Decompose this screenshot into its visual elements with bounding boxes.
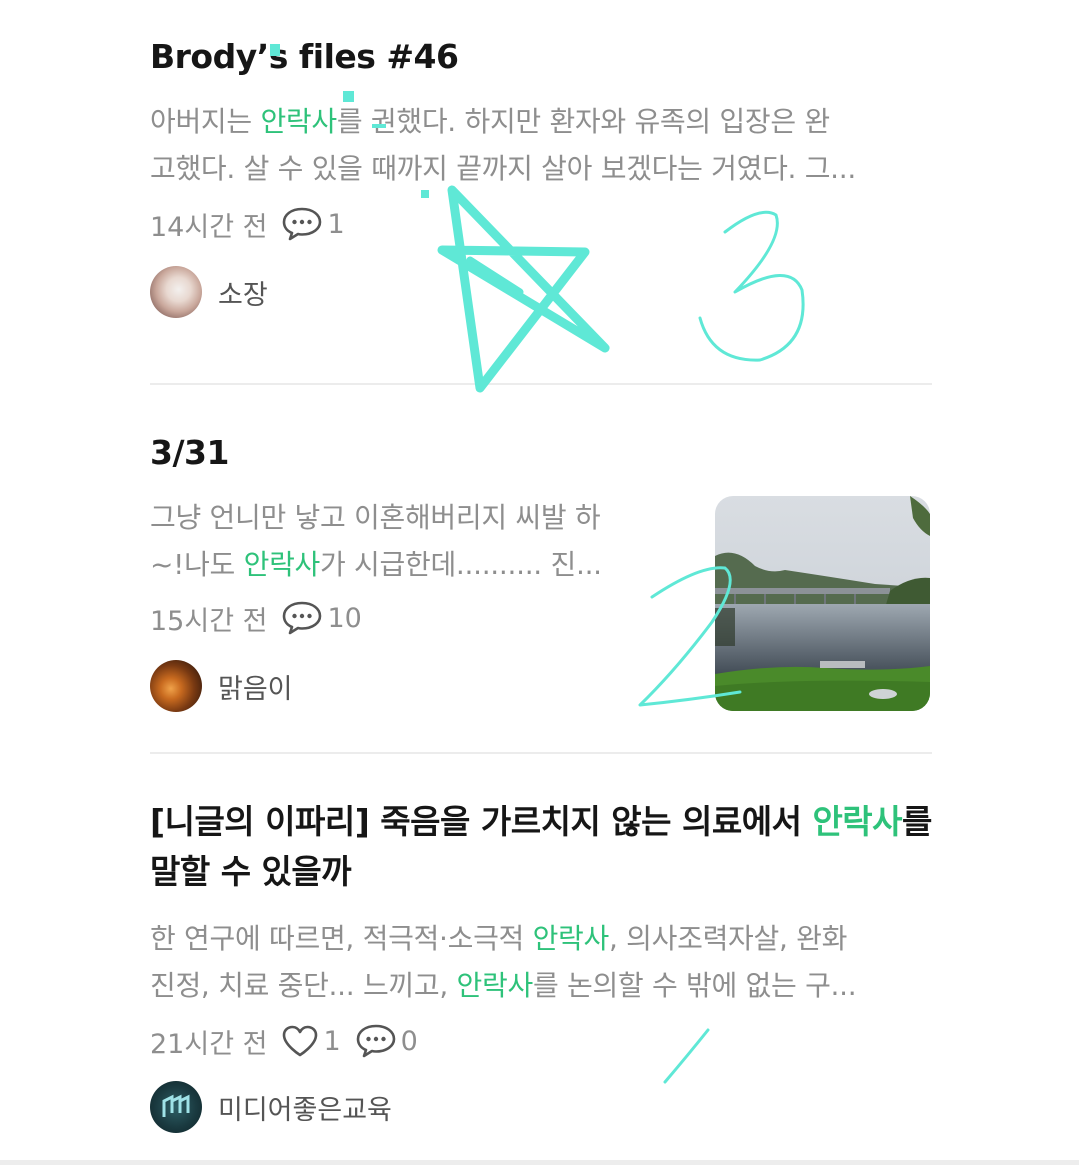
highlight-keyword: 안락사 <box>532 922 610 955</box>
post-author[interactable]: 소장 <box>150 266 932 318</box>
post-time: 15시간 전 <box>150 605 268 637</box>
excerpt-line: ~!나도 안락사가 시급한데.......... 진... <box>150 541 670 588</box>
excerpt-line: 한 연구에 따르면, 적극적·소극적 안락사, 의사조력자살, 완화 <box>150 915 932 962</box>
post-author[interactable]: 미디어좋은교육 <box>150 1081 932 1133</box>
like-count: 1 <box>323 1025 341 1057</box>
post-excerpt: 그냥 언니만 낳고 이혼해버리지 씨발 하 ~!나도 안락사가 시급한데....… <box>150 494 670 588</box>
post-time: 21시간 전 <box>150 1028 268 1060</box>
bottom-bar <box>0 1160 1079 1165</box>
post-excerpt: 아버지는 안락사를 권했다. 하지만 환자와 유족의 입장은 완 고했다. 살 … <box>150 98 932 192</box>
comment-icon <box>281 206 323 242</box>
avatar[interactable] <box>150 266 202 318</box>
avatar[interactable] <box>150 660 202 712</box>
divider <box>150 752 932 754</box>
heart-icon <box>281 1024 319 1058</box>
author-name[interactable]: 소장 <box>218 273 268 312</box>
author-name[interactable]: 미디어좋은교육 <box>218 1088 392 1127</box>
lake-photo-icon <box>715 496 930 711</box>
excerpt-text: 진정, 치료 중단... 느끼고, <box>150 969 457 1002</box>
post-excerpt: 한 연구에 따르면, 적극적·소극적 안락사, 의사조력자살, 완화 진정, 치… <box>150 915 932 1009</box>
excerpt-text: 를 논의할 수 밖에 없는 구... <box>532 969 857 1002</box>
author-name[interactable]: 맑음이 <box>218 667 293 706</box>
comment-count: 1 <box>327 208 345 240</box>
post-list: Brody’s files #46 아버지는 안락사를 권했다. 하지만 환자와… <box>0 0 1079 1165</box>
excerpt-line: 아버지는 안락사를 권했다. 하지만 환자와 유족의 입장은 완 <box>150 98 932 145</box>
title-text: [니글의 이파리] 죽음을 가르치지 않는 의료에서 <box>150 802 813 841</box>
comment-icon <box>355 1023 397 1059</box>
post-title[interactable]: [니글의 이파리] 죽음을 가르치지 않는 의료에서 안락사를 말할 수 있을까 <box>150 797 932 897</box>
excerpt-text: 가 시급한데.......... 진... <box>320 548 602 581</box>
avatar[interactable] <box>150 1081 202 1133</box>
excerpt-line: 그냥 언니만 낳고 이혼해버리지 씨발 하 <box>150 501 601 534</box>
post-title[interactable]: Brody’s files #46 <box>150 32 932 82</box>
post-title[interactable]: 3/31 <box>150 428 932 478</box>
post-card-1[interactable]: Brody’s files #46 아버지는 안락사를 권했다. 하지만 환자와… <box>150 32 932 318</box>
highlight-keyword: 안락사 <box>260 105 337 138</box>
comment-count: 0 <box>400 1025 418 1057</box>
post-time: 14시간 전 <box>150 211 268 243</box>
post-meta: 21시간 전 1 0 <box>150 1021 932 1061</box>
highlight-keyword: 안락사 <box>456 969 534 1002</box>
excerpt-line: 진정, 치료 중단... 느끼고, 안락사를 논의할 수 밖에 없는 구... <box>150 962 932 1009</box>
excerpt-text: 를 권했다. 하지만 환자와 유족의 입장은 완 <box>336 105 830 138</box>
excerpt-text: 한 연구에 따르면, 적극적·소극적 <box>150 922 533 955</box>
excerpt-text: 아버지는 <box>150 105 261 138</box>
highlight-keyword: 안락사 <box>243 548 321 581</box>
media-logo-icon <box>162 1094 190 1117</box>
post-card-3[interactable]: [니글의 이파리] 죽음을 가르치지 않는 의료에서 안락사를 말할 수 있을까… <box>150 797 932 1133</box>
highlight-keyword: 안락사 <box>812 802 903 841</box>
divider <box>150 383 932 385</box>
comment-count: 10 <box>327 602 362 634</box>
excerpt-text: , 의사조력자살, 완화 <box>608 922 848 955</box>
post-meta: 14시간 전 1 <box>150 204 932 244</box>
comment-icon <box>281 600 323 636</box>
post-thumbnail[interactable] <box>715 496 930 711</box>
excerpt-text: ~!나도 <box>150 548 244 581</box>
excerpt-line: 고했다. 살 수 있을 때까지 끝까지 살아 보겠다는 거였다. 그... <box>150 152 856 185</box>
